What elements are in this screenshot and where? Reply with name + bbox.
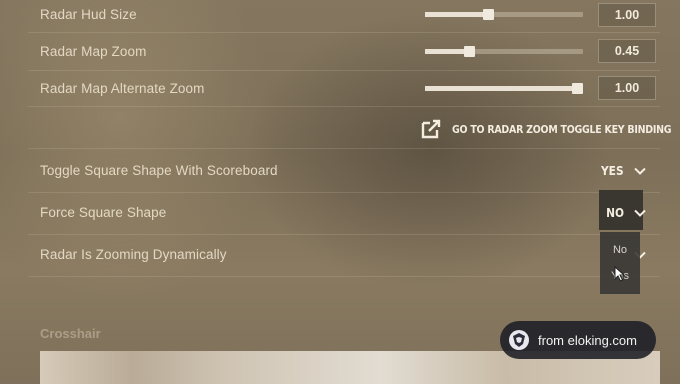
radar-zoom-keybind-link[interactable]: GO TO RADAR ZOOM TOGGLE KEY BINDING <box>420 118 680 140</box>
radar-hud-size-slider[interactable] <box>425 9 583 20</box>
setting-label: Radar Map Alternate Zoom <box>40 81 205 96</box>
setting-row-force-square-shape: Force Square Shape NO <box>28 192 660 235</box>
slider-fill <box>425 49 470 54</box>
setting-label: Radar Hud Size <box>40 7 137 22</box>
slider-thumb[interactable] <box>483 9 495 20</box>
divider <box>28 148 660 149</box>
dropdown-value: YES <box>601 163 624 178</box>
slider-thumb[interactable] <box>464 46 476 57</box>
slider-fill <box>425 12 489 17</box>
mouse-cursor-icon <box>614 266 626 282</box>
setting-row-radar-map-zoom: Radar Map Zoom 0.45 <box>28 32 660 71</box>
external-link-icon <box>421 119 441 139</box>
radar-map-zoom-value-input[interactable]: 0.45 <box>598 39 656 63</box>
chevron-down-icon <box>634 167 646 175</box>
dropdown-option-no[interactable]: No <box>600 244 640 256</box>
dropdown-value: NO <box>606 205 624 220</box>
setting-label: Toggle Square Shape With Scoreboard <box>40 163 278 178</box>
radar-map-alternate-zoom-value-input[interactable]: 1.00 <box>598 76 656 100</box>
setting-row-radar-zooming-dynamically: Radar Is Zooming Dynamically <box>28 234 660 277</box>
force-square-shape-dropdown[interactable]: NO <box>603 205 646 220</box>
force-square-shape-dropdown-menu: No Yes <box>600 232 640 294</box>
radar-map-zoom-slider[interactable] <box>425 46 583 57</box>
slider-fill <box>425 86 577 91</box>
keybind-link-label: GO TO RADAR ZOOM TOGGLE KEY BINDING <box>452 122 672 136</box>
chevron-down-icon <box>634 209 646 217</box>
setting-label: Force Square Shape <box>40 205 167 220</box>
setting-label: Radar Map Zoom <box>40 44 147 59</box>
toggle-square-shape-dropdown[interactable]: YES <box>597 163 646 178</box>
radar-map-alternate-zoom-slider[interactable] <box>425 83 583 94</box>
setting-row-radar-map-alternate-zoom: Radar Map Alternate Zoom 1.00 <box>28 70 660 107</box>
eloking-watermark: from eloking.com <box>500 321 656 359</box>
setting-label: Radar Is Zooming Dynamically <box>40 247 227 262</box>
slider-thumb[interactable] <box>571 83 583 94</box>
watermark-text: from eloking.com <box>538 332 637 348</box>
setting-row-radar-hud-size: Radar Hud Size 1.00 <box>28 0 660 33</box>
section-title-crosshair: Crosshair <box>40 326 101 341</box>
radar-hud-size-value-input[interactable]: 1.00 <box>598 3 656 27</box>
setting-row-toggle-square-shape: Toggle Square Shape With Scoreboard YES <box>28 150 660 193</box>
eloking-logo-icon <box>509 330 529 350</box>
